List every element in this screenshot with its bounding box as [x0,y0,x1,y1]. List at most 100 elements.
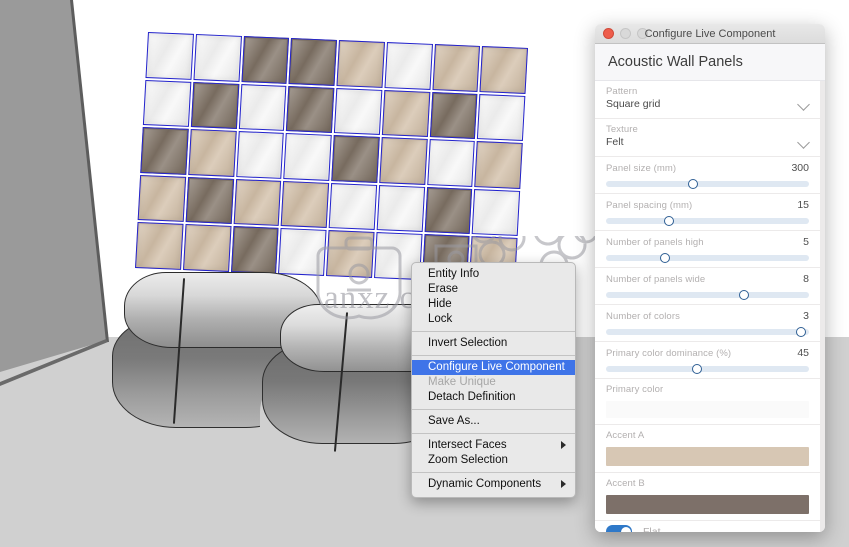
slider-thumb[interactable] [688,179,699,189]
slider-thumb[interactable] [739,290,750,300]
panel-tile-r3-c1[interactable] [140,127,189,175]
slider-panel-spacing-mm[interactable]: Panel spacing (mm) 15 [595,194,820,231]
panel-tile-r3-c2[interactable] [188,129,237,177]
menu-separator [412,409,575,410]
field-value: Felt [606,136,624,148]
menu-item-label: Lock [428,313,453,325]
acoustic-wall-panel-component[interactable] [135,32,528,284]
slider-thumb[interactable] [663,216,674,226]
panel-tile-r2-c8[interactable] [477,93,526,142]
slider-track[interactable] [606,253,809,263]
slider-track[interactable] [606,216,809,226]
panel-tile-r5-c1[interactable] [135,222,184,270]
panel-tile-r2-c7[interactable] [429,91,478,140]
menu-item-save-as[interactable]: Save As... [412,414,575,429]
field-label: Accent B [606,478,645,489]
color-primary-color[interactable]: Primary color [595,379,820,425]
slider-number-of-colors[interactable]: Number of colors 3 [595,305,820,342]
panel-tile-r2-c6[interactable] [381,89,430,138]
slider-thumb[interactable] [659,253,670,263]
panel-tile-r5-c2[interactable] [182,224,232,272]
panel-tile-r3-c8[interactable] [474,141,523,189]
field-label: Primary color [606,384,664,395]
menu-item-hide[interactable]: Hide [412,297,575,312]
menu-item-intersect-faces[interactable]: Intersect Faces [412,438,575,453]
slider-track[interactable] [606,290,809,300]
configure-live-component-dialog[interactable]: Configure Live Component Acoustic Wall P… [595,24,825,532]
select-texture[interactable]: Texture Felt [595,119,820,157]
menu-item-invert-selection[interactable]: Invert Selection [412,336,575,351]
color-accent-b[interactable]: Accent B [595,473,820,521]
slider-track[interactable] [606,327,809,337]
panel-tile-r2-c2[interactable] [190,81,239,130]
panel-tile-r4-c5[interactable] [328,182,377,231]
dialog-body[interactable]: Pattern Square grid Texture Felt Panel size … [595,81,825,532]
panel-tile-r4-c1[interactable] [137,174,186,223]
panel-tile-r1-c8[interactable] [479,46,528,94]
field-label: Primary color dominance (%) [606,348,732,359]
panel-tile-r1-c7[interactable] [431,44,481,92]
menu-item-detach-definition[interactable]: Detach Definition [412,390,575,405]
panel-tile-r2-c1[interactable] [142,79,192,128]
field-value: 8 [803,273,809,285]
panel-tile-r5-c3[interactable] [230,226,279,274]
slider-number-of-panels-wide[interactable]: Number of panels wide 8 [595,268,820,305]
panel-tile-r1-c2[interactable] [193,34,242,82]
curved-sofa-model[interactable] [112,268,458,453]
field-label: Pattern [606,86,638,97]
panel-tile-r4-c6[interactable] [376,184,425,233]
slider-track[interactable] [606,364,809,374]
field-label: Number of panels high [606,237,704,248]
panel-tile-r2-c4[interactable] [286,85,335,134]
menu-item-label: Invert Selection [428,337,508,349]
panel-tile-r3-c6[interactable] [379,137,428,185]
panel-tile-r3-c5[interactable] [331,135,380,183]
toggle-knob [620,526,631,532]
color-swatch[interactable] [606,401,809,418]
menu-item-lock[interactable]: Lock [412,312,575,327]
context-menu[interactable]: Entity Info Erase Hide Lock Invert Selection… [411,262,576,498]
slider-thumb[interactable] [795,327,806,337]
panel-tile-r2-c5[interactable] [333,87,383,136]
panel-tile-r3-c3[interactable] [235,131,285,179]
panel-tile-r1-c3[interactable] [240,36,290,84]
panel-tile-r4-c2[interactable] [185,176,234,225]
menu-item-zoom-selection[interactable]: Zoom Selection [412,453,575,468]
menu-separator [412,331,575,332]
panel-tile-r4-c7[interactable] [424,186,473,235]
panel-tile-r4-c4[interactable] [280,180,330,229]
submenu-arrow-icon [561,480,566,488]
field-label: Panel size (mm) [606,163,677,174]
toggle-switch[interactable] [606,525,632,532]
panel-tile-r1-c1[interactable] [145,32,194,80]
menu-item-label: Hide [428,298,452,310]
panel-tile-r1-c5[interactable] [336,40,385,88]
panel-tile-r1-c6[interactable] [384,42,433,90]
slider-panel-size-mm[interactable]: Panel size (mm) 300 [595,157,820,194]
panel-tile-r4-c8[interactable] [471,188,521,237]
dialog-titlebar[interactable]: Configure Live Component [595,24,825,44]
menu-item-configure-live-component[interactable]: Configure Live Component [412,360,575,375]
slider-thumb[interactable] [692,364,703,374]
panel-tile-r3-c7[interactable] [426,139,476,187]
menu-item-entity-info[interactable]: Entity Info [412,267,575,282]
select-pattern[interactable]: Pattern Square grid [595,81,820,119]
toggle-label: Flat [643,525,661,533]
panel-tile-r4-c3[interactable] [233,178,282,227]
slider-track[interactable] [606,179,809,189]
field-label: Panel spacing (mm) [606,200,693,211]
dialog-heading: Acoustic Wall Panels [595,44,825,81]
submenu-arrow-icon [561,441,566,449]
slider-primary-color-dominance[interactable]: Primary color dominance (%) 45 [595,342,820,379]
slider-number-of-panels-high[interactable]: Number of panels high 5 [595,231,820,268]
color-swatch[interactable] [606,447,809,466]
field-value: 45 [797,347,809,359]
panel-tile-r1-c4[interactable] [288,38,337,86]
color-accent-a[interactable]: Accent A [595,425,820,473]
panel-tile-r3-c4[interactable] [283,133,332,181]
menu-item-dynamic-components[interactable]: Dynamic Components [412,477,575,492]
panel-tile-r2-c3[interactable] [238,83,287,132]
color-swatch[interactable] [606,495,809,514]
menu-item-erase[interactable]: Erase [412,282,575,297]
toggle-row-flat[interactable]: Flat [595,521,820,532]
